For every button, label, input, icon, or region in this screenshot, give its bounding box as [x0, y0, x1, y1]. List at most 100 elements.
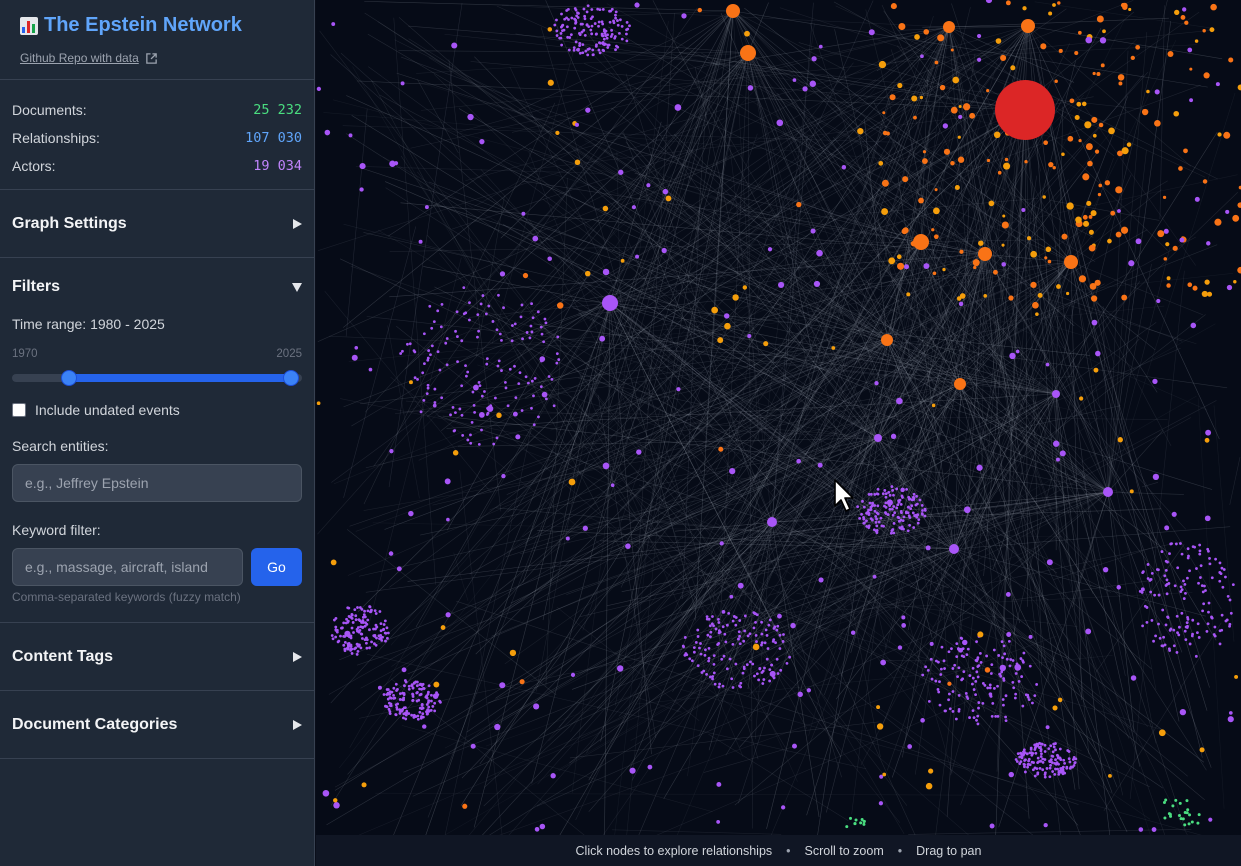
graph-node[interactable] — [359, 162, 366, 170]
graph-node[interactable] — [1212, 633, 1216, 636]
graph-node[interactable] — [1000, 640, 1004, 643]
graph-node[interactable] — [1180, 588, 1184, 592]
graph-node[interactable] — [1202, 29, 1206, 33]
graph-node[interactable] — [905, 487, 909, 491]
graph-node[interactable] — [427, 684, 431, 688]
graph-node[interactable] — [981, 702, 985, 705]
graph-node[interactable] — [1183, 823, 1187, 827]
graph-node[interactable] — [602, 43, 606, 47]
graph-node[interactable] — [1186, 616, 1189, 619]
graph-node[interactable] — [1031, 701, 1034, 705]
graph-node[interactable] — [547, 256, 552, 262]
graph-node[interactable] — [1175, 651, 1179, 654]
graph-node[interactable] — [1096, 15, 1104, 23]
graph-node[interactable] — [1002, 703, 1005, 707]
graph-node[interactable] — [416, 691, 419, 694]
graph-node[interactable] — [451, 405, 455, 409]
graph-node[interactable] — [1218, 642, 1222, 646]
graph-node[interactable] — [539, 325, 543, 329]
graph-node[interactable] — [487, 304, 491, 308]
graph-node[interactable] — [520, 409, 524, 412]
graph-node[interactable] — [1175, 614, 1179, 618]
graph-node[interactable] — [350, 626, 354, 630]
graph-node[interactable] — [1210, 3, 1217, 11]
graph-node[interactable] — [586, 4, 590, 8]
graph-node[interactable] — [518, 371, 522, 374]
graph-node[interactable] — [462, 286, 466, 290]
graph-node[interactable] — [1086, 200, 1092, 207]
graph-node[interactable] — [486, 405, 494, 412]
graph-node[interactable] — [574, 21, 577, 25]
graph-node[interactable] — [921, 158, 928, 164]
graph-node[interactable] — [762, 678, 766, 681]
graph-node[interactable] — [1075, 216, 1082, 224]
graph-node[interactable] — [1184, 20, 1189, 25]
graph-node[interactable] — [1126, 142, 1132, 147]
graph-node[interactable] — [681, 13, 687, 19]
graph-node[interactable] — [776, 624, 780, 628]
graph-node[interactable] — [615, 44, 618, 48]
graph-node[interactable] — [985, 0, 993, 4]
graph-node[interactable] — [598, 41, 601, 45]
graph-node[interactable] — [1138, 589, 1142, 593]
graph-node[interactable] — [418, 239, 423, 244]
graph-node[interactable] — [416, 377, 419, 381]
graph-node[interactable] — [1163, 257, 1168, 261]
graph-node[interactable] — [602, 462, 610, 470]
graph-node[interactable] — [1189, 98, 1194, 103]
graph-node[interactable] — [339, 634, 342, 638]
graph-node[interactable] — [1082, 214, 1088, 220]
graph-node[interactable] — [403, 706, 407, 710]
graph-node[interactable] — [619, 18, 622, 22]
graph-node[interactable] — [610, 28, 613, 32]
graph-node[interactable] — [1089, 282, 1097, 290]
graph-node[interactable] — [416, 714, 420, 718]
graph-node[interactable] — [1178, 625, 1181, 629]
graph-node[interactable] — [618, 169, 624, 175]
graph-node[interactable] — [931, 403, 936, 408]
graph-node[interactable] — [426, 712, 429, 716]
graph-node[interactable] — [876, 492, 880, 496]
graph-node[interactable] — [921, 513, 924, 516]
graph-node[interactable] — [933, 234, 939, 240]
graph-node[interactable] — [1040, 752, 1043, 756]
graph-node[interactable] — [876, 487, 880, 491]
graph-node[interactable] — [708, 624, 712, 628]
graph-node[interactable] — [958, 301, 964, 307]
graph-node[interactable] — [406, 342, 409, 346]
graph-node[interactable] — [1182, 579, 1185, 583]
graph-node[interactable] — [761, 682, 765, 685]
graph-node[interactable] — [614, 48, 617, 52]
graph-node[interactable] — [502, 306, 505, 310]
graph-node[interactable] — [1027, 762, 1030, 766]
graph-node[interactable] — [368, 646, 371, 650]
graph-node[interactable] — [550, 377, 554, 381]
graph-node[interactable] — [719, 541, 724, 546]
graph-node[interactable] — [1007, 639, 1011, 643]
graph-node[interactable] — [521, 337, 524, 341]
graph-node[interactable] — [343, 647, 347, 651]
graph-node[interactable] — [462, 312, 466, 316]
graph-node[interactable] — [365, 638, 369, 642]
graph-node[interactable] — [418, 710, 422, 714]
graph-node[interactable] — [974, 693, 977, 696]
graph-node[interactable] — [532, 235, 539, 242]
graph-node[interactable] — [1067, 757, 1071, 761]
graph-node[interactable] — [1079, 396, 1084, 401]
graph-node[interactable] — [537, 415, 540, 419]
graph-node[interactable] — [596, 7, 600, 11]
graph-node[interactable] — [997, 170, 1002, 175]
graph-node[interactable] — [616, 23, 620, 27]
graph-node[interactable] — [346, 647, 350, 651]
graph-node[interactable] — [374, 623, 378, 627]
include-undated-row[interactable]: Include undated events — [12, 402, 302, 418]
graph-node[interactable] — [543, 317, 547, 321]
graph-node[interactable] — [1214, 557, 1217, 561]
graph-node[interactable] — [731, 619, 735, 623]
graph-node[interactable] — [574, 122, 579, 127]
graph-node[interactable] — [568, 478, 576, 486]
graph-node[interactable] — [897, 516, 901, 520]
graph-node[interactable] — [796, 458, 801, 464]
graph-node[interactable] — [780, 805, 786, 810]
graph-node[interactable] — [1221, 585, 1225, 589]
